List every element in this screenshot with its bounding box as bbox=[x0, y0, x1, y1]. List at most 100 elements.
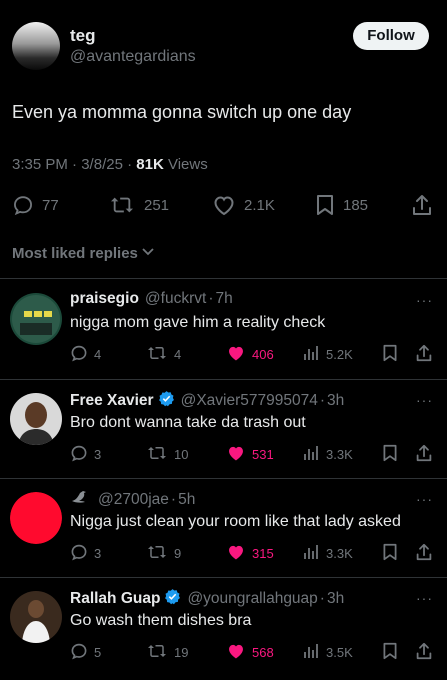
repost-icon bbox=[146, 543, 168, 564]
reply-time[interactable]: 5h bbox=[178, 491, 195, 509]
repost-button[interactable]: 19 bbox=[146, 640, 188, 664]
reply-button[interactable]: 3 bbox=[70, 442, 101, 466]
bookmark-count: 185 bbox=[343, 196, 369, 214]
reply-item[interactable]: praisegio @fuckrvt · 7h ··· nigga mom ga… bbox=[0, 280, 447, 380]
repost-button[interactable]: 251 bbox=[108, 194, 169, 216]
heart-icon bbox=[226, 543, 246, 564]
reply-avatar[interactable] bbox=[10, 393, 62, 445]
heart-icon bbox=[226, 642, 246, 663]
more-options-icon[interactable]: ··· bbox=[416, 491, 433, 507]
meta-separator: · bbox=[127, 156, 137, 173]
share-button[interactable] bbox=[412, 194, 432, 216]
heart-icon bbox=[226, 344, 246, 365]
reply-count: 3 bbox=[94, 446, 102, 462]
repost-button[interactable]: 10 bbox=[146, 442, 188, 466]
share-button[interactable] bbox=[416, 640, 432, 664]
repost-icon bbox=[146, 642, 168, 663]
analytics-icon bbox=[302, 642, 320, 663]
reply-header: praisegio @fuckrvt · 7h bbox=[70, 290, 233, 308]
repost-button[interactable]: 9 bbox=[146, 541, 181, 565]
repost-count: 251 bbox=[144, 196, 170, 214]
bookmark-button[interactable]: 185 bbox=[315, 194, 368, 216]
share-icon bbox=[412, 194, 432, 216]
repost-icon bbox=[146, 344, 168, 365]
like-count: 315 bbox=[252, 545, 274, 561]
bookmark-icon bbox=[382, 642, 398, 663]
views-count: 5.2K bbox=[326, 346, 353, 362]
reply-sort-dropdown[interactable]: Most liked replies bbox=[12, 243, 156, 263]
share-button[interactable] bbox=[416, 541, 432, 565]
views-count: 3.5K bbox=[326, 644, 353, 660]
reply-time[interactable]: 7h bbox=[215, 290, 232, 308]
repost-icon bbox=[108, 194, 136, 216]
views-button[interactable]: 5.2K bbox=[302, 342, 353, 366]
repost-button[interactable]: 4 bbox=[146, 342, 181, 366]
like-button[interactable]: 568 bbox=[226, 640, 274, 664]
reply-author-name[interactable]: Rallah Guap bbox=[70, 590, 160, 608]
meta-separator: · bbox=[208, 290, 214, 307]
views-button[interactable]: 3.3K bbox=[302, 442, 353, 466]
reply-action-bar: 5 19 568 3.5K bbox=[70, 640, 440, 664]
reply-time[interactable]: 3h bbox=[327, 590, 344, 608]
reply-item[interactable]: Free Xavier @Xavier577995074 · 3h ··· Br… bbox=[0, 380, 447, 480]
reply-button[interactable]: 5 bbox=[70, 640, 101, 664]
more-options-icon[interactable]: ··· bbox=[416, 392, 433, 408]
post-time[interactable]: 3:35 PM bbox=[12, 156, 68, 173]
like-button[interactable]: 315 bbox=[226, 541, 274, 565]
bookmark-button[interactable] bbox=[382, 541, 398, 565]
reply-text: Bro dont wanna take da trash out bbox=[70, 414, 306, 431]
repost-icon bbox=[146, 444, 168, 465]
share-button[interactable] bbox=[416, 342, 432, 366]
like-button[interactable]: 531 bbox=[226, 442, 274, 466]
like-count: 2.1K bbox=[244, 196, 275, 214]
share-button[interactable] bbox=[416, 442, 432, 466]
like-count: 531 bbox=[252, 446, 274, 462]
reply-item[interactable]: @2700jae · 5h ··· Nigga just clean your … bbox=[0, 479, 447, 579]
reply-text: Go wash them dishes bra bbox=[70, 612, 252, 629]
follow-button[interactable]: Follow bbox=[353, 22, 429, 50]
bookmark-icon bbox=[382, 344, 398, 365]
reply-author-handle[interactable]: @fuckrvt bbox=[145, 290, 206, 308]
more-options-icon[interactable]: ··· bbox=[416, 590, 433, 606]
reply-author-name[interactable]: praisegio bbox=[70, 290, 139, 308]
post-header: teg @avantegardians Follow bbox=[0, 0, 447, 90]
reply-avatar[interactable] bbox=[10, 492, 62, 544]
like-button[interactable]: 406 bbox=[226, 342, 274, 366]
like-button[interactable]: 2.1K bbox=[212, 194, 275, 216]
reply-author-name[interactable]: Free Xavier bbox=[70, 392, 154, 410]
bookmark-button[interactable] bbox=[382, 640, 398, 664]
reply-author-handle[interactable]: @youngrallahguap bbox=[187, 590, 317, 608]
views-count: 3.3K bbox=[326, 545, 353, 561]
author-display-name[interactable]: teg bbox=[70, 26, 96, 46]
analytics-icon bbox=[302, 344, 320, 365]
reply-button[interactable]: 77 bbox=[12, 194, 59, 216]
views-count: 81K bbox=[136, 156, 164, 173]
meta-separator: · bbox=[72, 156, 82, 173]
reply-button[interactable]: 4 bbox=[70, 342, 101, 366]
reply-author-handle[interactable]: @2700jae bbox=[98, 491, 169, 509]
repost-count: 4 bbox=[174, 346, 182, 362]
reply-avatar[interactable] bbox=[10, 293, 62, 345]
divider bbox=[0, 278, 447, 279]
author-handle[interactable]: @avantegardians bbox=[70, 48, 196, 66]
reply-author-handle[interactable]: @Xavier577995074 bbox=[181, 392, 318, 410]
post-date[interactable]: 3/8/25 bbox=[81, 156, 123, 173]
reply-avatar[interactable] bbox=[10, 591, 62, 643]
reply-count: 77 bbox=[42, 196, 59, 214]
repost-count: 19 bbox=[174, 644, 189, 660]
reply-item[interactable]: Rallah Guap @youngrallahguap · 3h ··· Go… bbox=[0, 578, 447, 678]
heart-icon bbox=[212, 194, 236, 216]
bookmark-icon bbox=[382, 543, 398, 564]
reply-icon bbox=[70, 543, 88, 564]
bookmark-button[interactable] bbox=[382, 342, 398, 366]
reply-time[interactable]: 3h bbox=[327, 392, 344, 410]
heart-icon bbox=[226, 444, 246, 465]
more-options-icon[interactable]: ··· bbox=[416, 292, 433, 308]
bookmark-button[interactable] bbox=[382, 442, 398, 466]
reply-count: 3 bbox=[94, 545, 102, 561]
views-button[interactable]: 3.5K bbox=[302, 640, 353, 664]
share-icon bbox=[416, 543, 432, 564]
views-button[interactable]: 3.3K bbox=[302, 541, 353, 565]
reply-button[interactable]: 3 bbox=[70, 541, 101, 565]
author-avatar[interactable] bbox=[12, 22, 60, 70]
